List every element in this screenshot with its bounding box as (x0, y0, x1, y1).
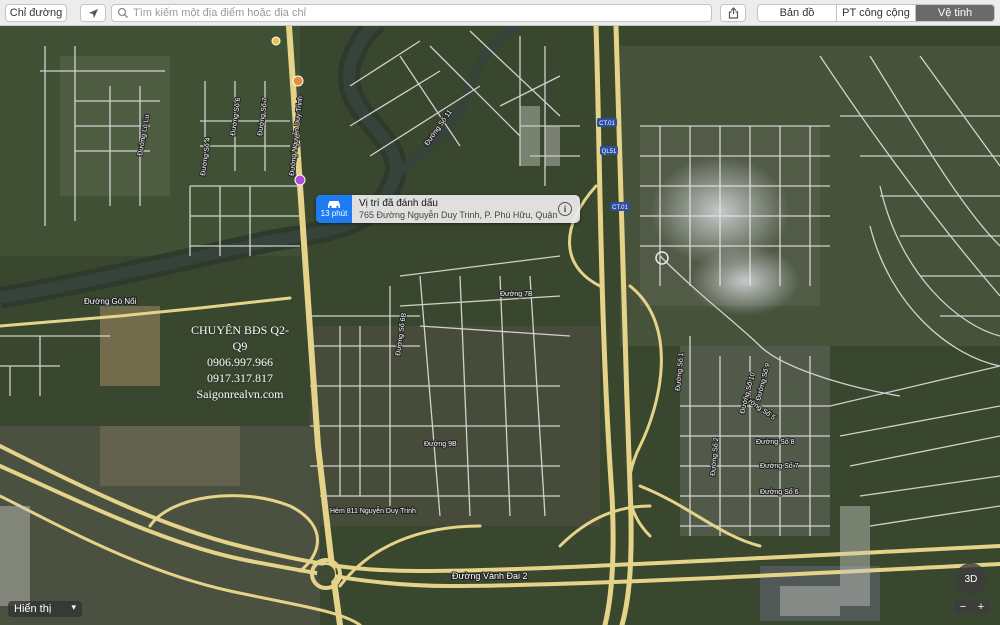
road-label: Đường 7B (500, 291, 533, 298)
3d-button[interactable]: 3D (955, 563, 987, 595)
road-label: Đường Số 7 (760, 461, 799, 470)
current-location-button[interactable] (80, 4, 106, 22)
map-type-selector: Bản đồ PT công cộng Vệ tinh (757, 4, 995, 22)
share-button[interactable] (720, 4, 746, 22)
watermark-line: CHUYÊN BĐS Q2-Q9 (190, 323, 289, 353)
tab-map[interactable]: Bản đồ (758, 5, 837, 21)
search-icon (117, 7, 128, 18)
satellite-imagery[interactable]: CT.01 QL51 CT.01 Đường Gò Nổi Đường Số 4… (0, 26, 1000, 625)
road-shield-label: CT.01 (599, 121, 615, 127)
zoom-control: − + (954, 600, 990, 614)
road-label: Đường Vành Đai 2 (452, 571, 527, 581)
tab-satellite[interactable]: Vệ tinh (916, 5, 994, 21)
callout-address: 765 Đường Nguyễn Duy Trinh, P. Phú Hữu, … (359, 210, 559, 220)
watermark-text: CHUYÊN BĐS Q2-Q9 0906.997.966 0917.317.8… (190, 322, 290, 402)
map-view[interactable]: CT.01 QL51 CT.01 Đường Gò Nổi Đường Số 4… (0, 26, 1000, 625)
zoom-in-button[interactable]: + (972, 600, 990, 614)
road-shield-label: QL51 (602, 149, 617, 155)
location-arrow-icon (88, 8, 98, 18)
watermark-line: 0917.317.817 (207, 371, 273, 385)
directions-button[interactable]: Chỉ đường (5, 4, 67, 22)
zoom-out-button[interactable]: − (954, 600, 972, 614)
search-input[interactable] (129, 7, 693, 19)
toolbar: Chỉ đường Bản đồ PT công cộng Vệ tinh (0, 0, 1000, 26)
share-icon (728, 7, 738, 19)
pin-callout[interactable]: 13 phút Vị trí đã đánh dấu 765 Đường Ngu… (316, 195, 580, 223)
search-field[interactable] (111, 4, 712, 22)
poi-marker[interactable] (292, 75, 304, 87)
chevron-down-icon: ▾ (71, 602, 76, 612)
watermark-line: 0906.997.966 (207, 355, 273, 369)
road-label: Đường Số 6 (760, 487, 799, 496)
poi-marker[interactable] (271, 36, 281, 46)
display-options-button[interactable]: Hiển thị ▾ (8, 601, 82, 617)
road-label: Đường Số 8 (756, 437, 795, 446)
watermark-line: Saigonrealvn.com (196, 387, 284, 401)
display-options-label: Hiển thị (14, 603, 52, 615)
drive-time-label: 13 phút (320, 209, 348, 218)
road-label: Hẻm 811 Nguyễn Duy Trinh (330, 506, 416, 515)
road-label: Đường Gò Nổi (84, 297, 137, 306)
car-icon (328, 201, 340, 209)
tab-transit[interactable]: PT công cộng (837, 5, 916, 21)
road-shield-label: CT.01 (612, 205, 628, 211)
drive-time-button[interactable]: 13 phút (316, 195, 352, 223)
info-icon[interactable]: i (558, 202, 572, 216)
road-label: Đường 9B (424, 441, 457, 448)
callout-title: Vị trí đã đánh dấu (359, 198, 438, 209)
